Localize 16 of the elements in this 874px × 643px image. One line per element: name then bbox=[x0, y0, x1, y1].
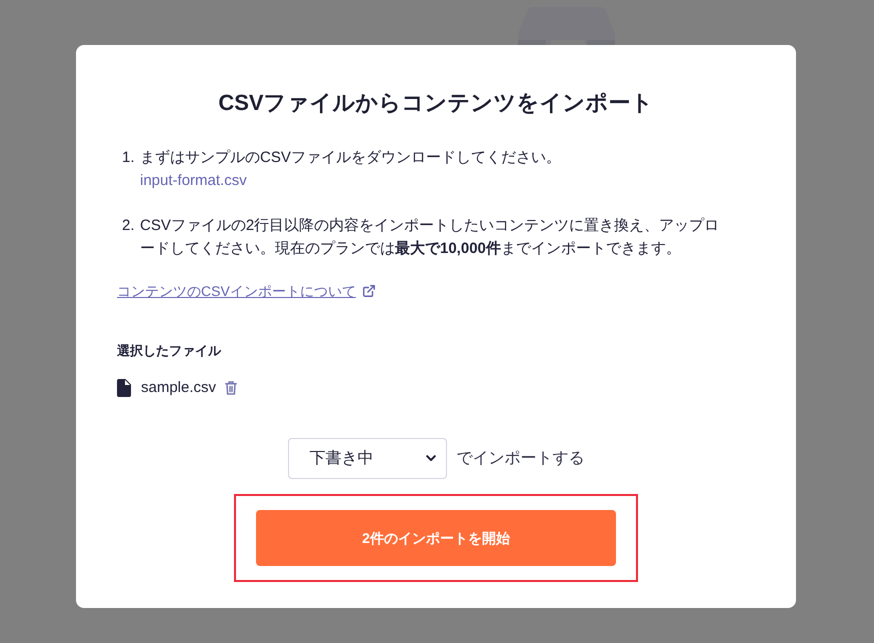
selected-file-label: 選択したファイル bbox=[117, 342, 222, 360]
chevron-down-icon bbox=[426, 455, 436, 462]
file-name: sample.csv bbox=[141, 378, 216, 398]
step-number: 2. bbox=[122, 216, 136, 236]
start-import-button[interactable]: 2件のインポートを開始 bbox=[256, 510, 616, 566]
help-link[interactable]: コンテンツのCSVインポートについて bbox=[117, 280, 356, 302]
trash-icon[interactable] bbox=[225, 381, 238, 395]
dialog-title: CSVファイルからコンテンツをインポート bbox=[217, 89, 655, 117]
step-text: まずはサンプルのCSVファイルをダウンロードしてください。 bbox=[140, 148, 562, 168]
import-suffix-text: でインポートする bbox=[456, 448, 584, 468]
status-select[interactable]: 下書き中 bbox=[288, 438, 446, 479]
step-text: CSVファイルの2行目以降の内容をインポートしたいコンテンツに置き換え、アップロードしてください。現在のプランでは最大で10,000件までインポートできます。 bbox=[140, 216, 720, 259]
download-link[interactable]: input-format.csv bbox=[140, 169, 247, 192]
external-link-icon bbox=[362, 284, 376, 298]
step-number: 1. bbox=[122, 148, 136, 168]
file-icon bbox=[117, 379, 131, 397]
